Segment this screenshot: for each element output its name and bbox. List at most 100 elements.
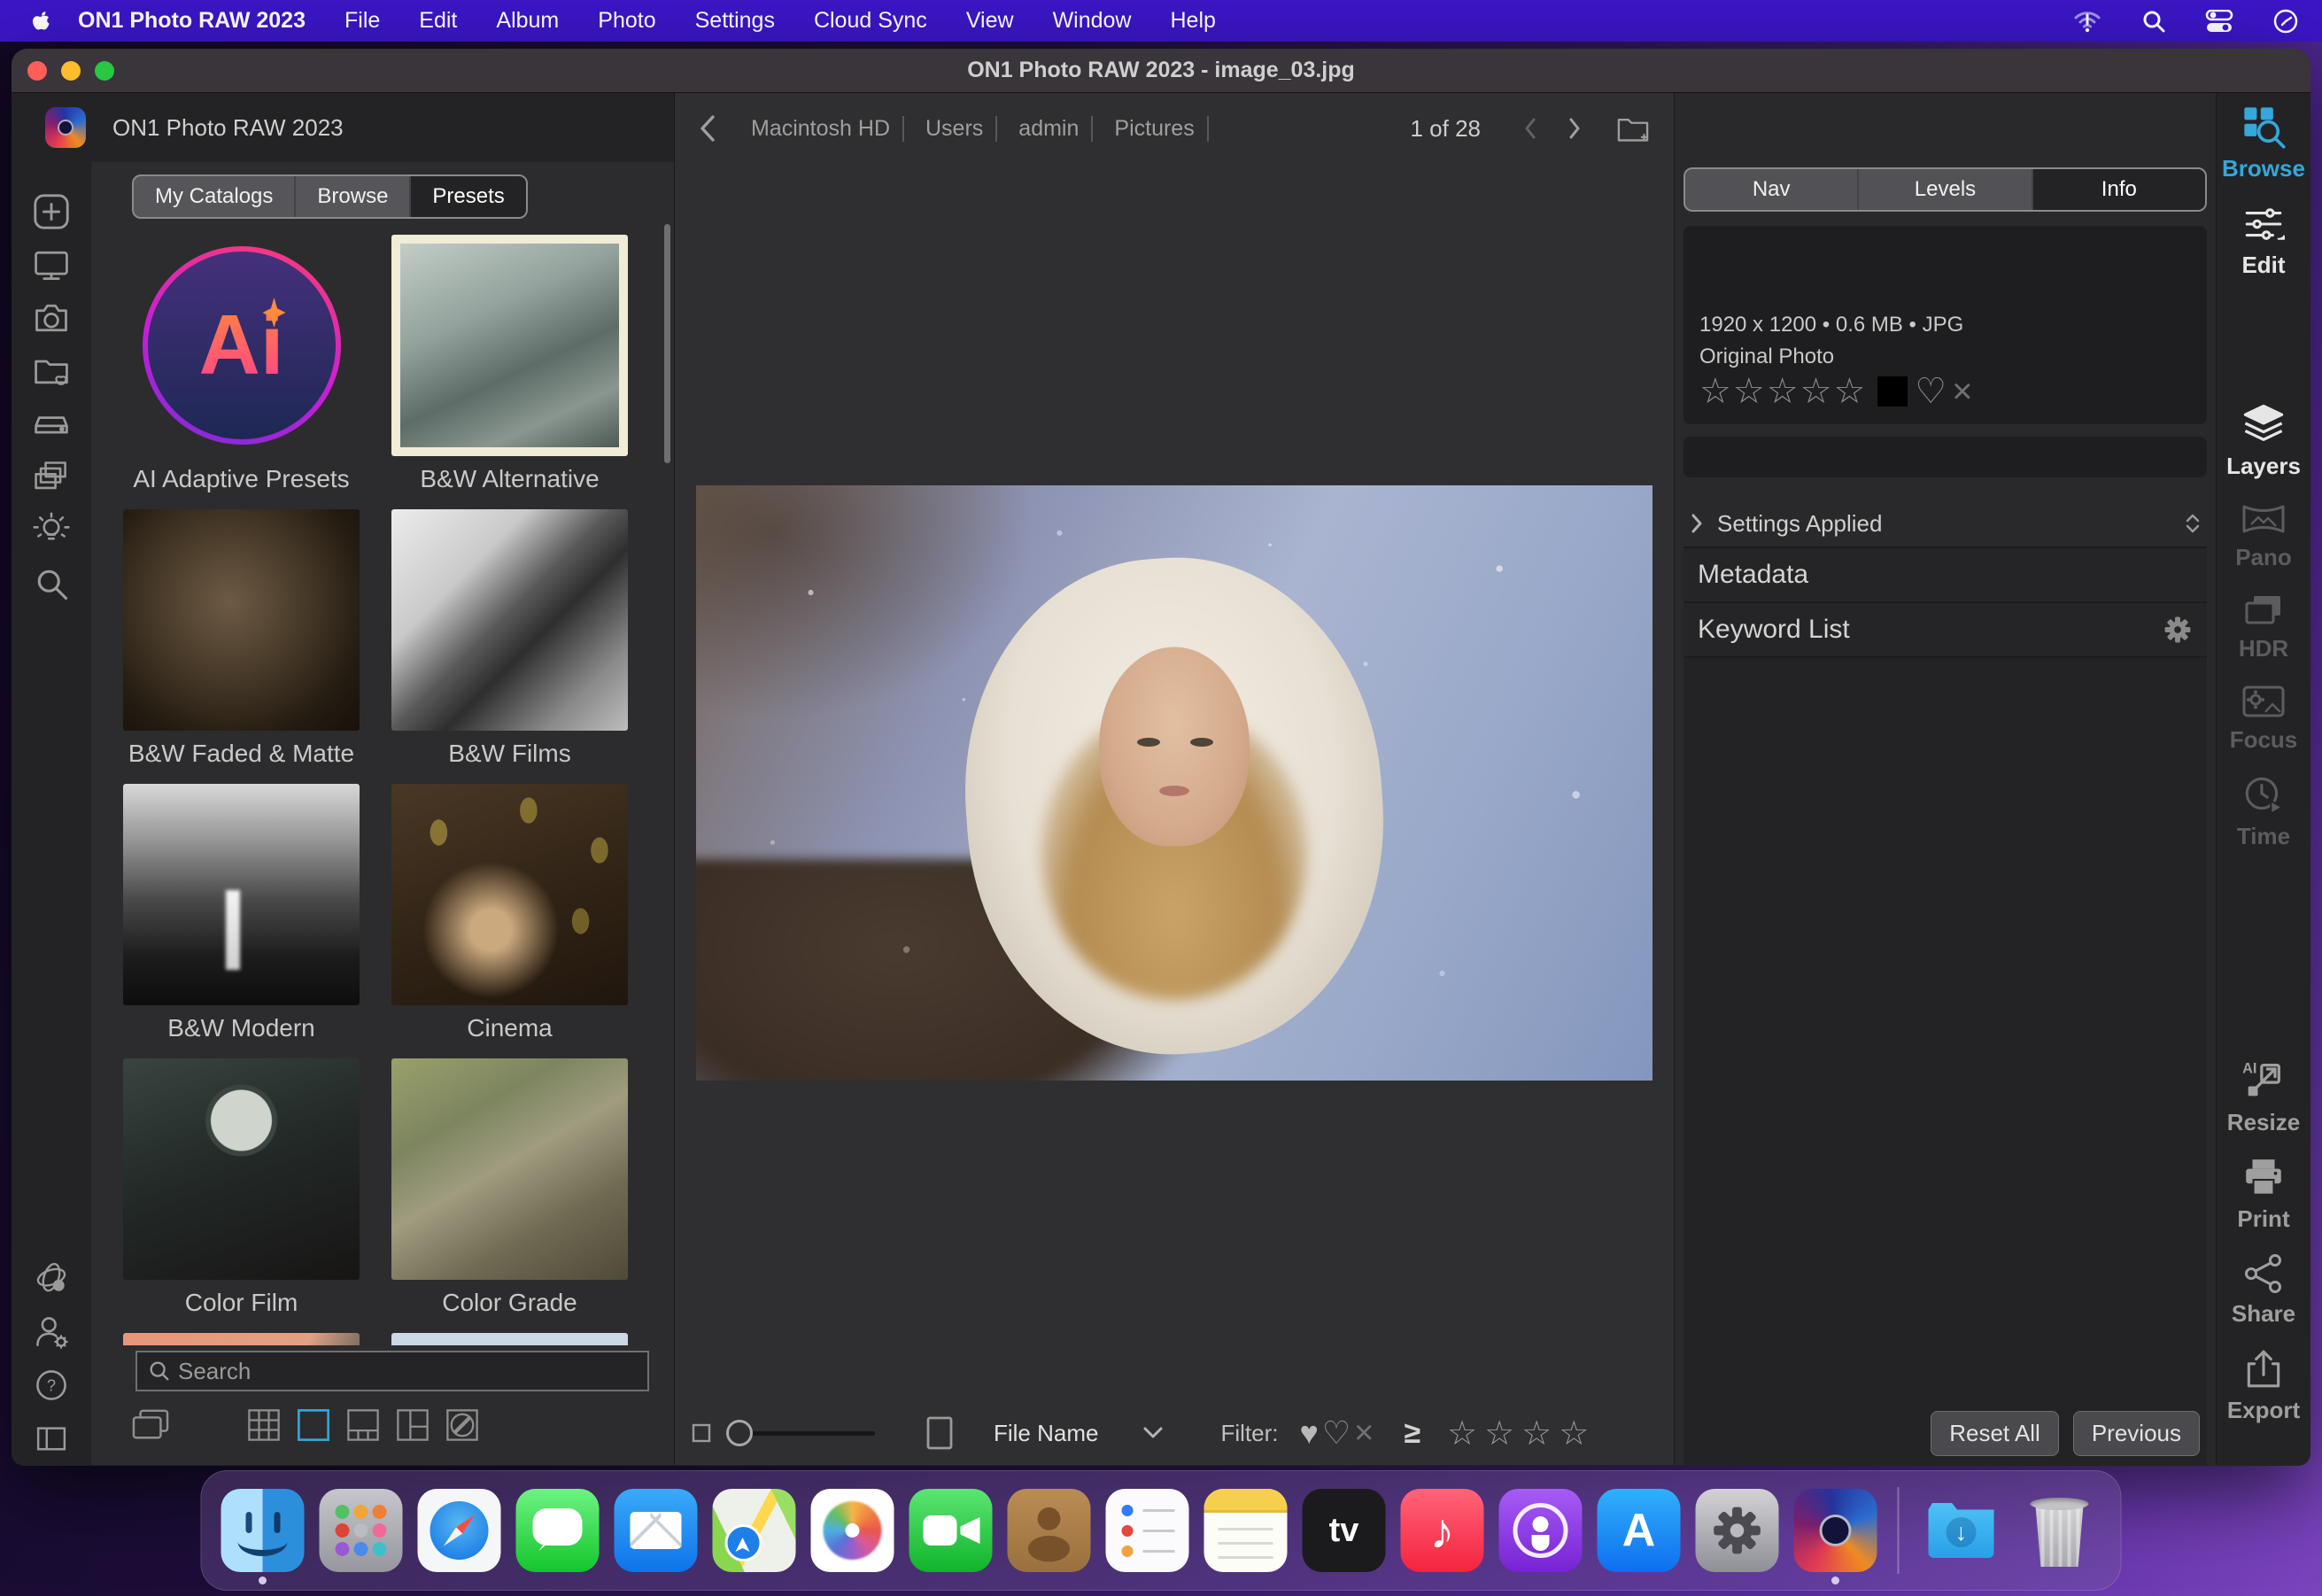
module-browse[interactable]: Browse (2222, 104, 2305, 182)
favorite-folders-icon[interactable] (12, 345, 91, 398)
dock-podcasts-icon[interactable] (1499, 1489, 1583, 1572)
dock-photos-icon[interactable] (811, 1489, 894, 1572)
menu-cloud-sync[interactable]: Cloud Sync (814, 8, 927, 34)
add-source-button[interactable] (12, 185, 91, 238)
menu-help[interactable]: Help (1170, 8, 1215, 34)
preset-tile-cinema[interactable]: Cinema (391, 784, 628, 1058)
dock-on1-photo-raw-icon[interactable] (1794, 1489, 1877, 1572)
preset-tile-partial-right[interactable] (391, 1333, 628, 1345)
spotlight-search-icon[interactable] (2141, 9, 2166, 34)
dock-safari-icon[interactable] (418, 1489, 501, 1572)
module-pano[interactable]: Pano (2235, 500, 2292, 571)
expand-collapse-icons[interactable] (2186, 514, 2200, 533)
smart-albums-icon[interactable] (12, 504, 91, 557)
compare-view-icon[interactable] (394, 1406, 431, 1444)
filmstrip-view-icon[interactable] (344, 1406, 382, 1444)
filter-disliked-icon[interactable]: × (1354, 1414, 1374, 1453)
menu-edit[interactable]: Edit (419, 8, 457, 34)
preset-tile-ai-adaptive[interactable]: Ai AI Adaptive Presets (123, 235, 360, 509)
search-source-icon[interactable] (12, 557, 91, 610)
help-icon[interactable]: ? (12, 1359, 91, 1412)
sort-by-dropdown[interactable]: File Name (994, 1420, 1098, 1447)
cloud-sync-status-icon[interactable] (12, 1252, 91, 1305)
module-hdr[interactable]: HDR (2239, 591, 2288, 662)
tab-my-catalogs[interactable]: My Catalogs (134, 176, 296, 217)
tab-browse[interactable]: Browse (296, 176, 411, 217)
tab-presets[interactable]: Presets (411, 176, 525, 217)
filter-star-rating[interactable]: ☆☆☆☆ (1447, 1414, 1596, 1453)
control-center-icon[interactable] (2205, 10, 2233, 33)
reject-icon[interactable]: × (1952, 372, 1972, 412)
title-bar[interactable]: ON1 Photo RAW 2023 - image_03.jpg (12, 49, 2310, 93)
search-input[interactable] (178, 1358, 637, 1385)
back-icon[interactable] (698, 113, 717, 143)
module-focus[interactable]: Focus (2230, 682, 2298, 754)
filter-gte-icon[interactable]: ≥ (1404, 1416, 1420, 1451)
dock-launchpad-icon[interactable] (320, 1489, 403, 1572)
tab-nav[interactable]: Nav (1685, 169, 1859, 210)
selected-photo[interactable] (696, 485, 1652, 1081)
color-label-swatch[interactable] (1877, 376, 1908, 407)
grid-view-icon[interactable] (245, 1406, 283, 1444)
this-computer-icon[interactable] (12, 238, 91, 291)
module-share[interactable]: Share (2232, 1252, 2295, 1328)
previous-button[interactable]: Previous (2073, 1411, 2200, 1456)
menu-window[interactable]: Window (1053, 8, 1132, 34)
preset-tile-partial-left[interactable] (123, 1333, 360, 1345)
dock-notes-icon[interactable] (1204, 1489, 1288, 1572)
thumbnail-size-slider[interactable] (726, 1420, 875, 1446)
module-resize[interactable]: AI Resize (2227, 1058, 2300, 1136)
reset-all-button[interactable]: Reset All (1931, 1411, 2059, 1456)
dock-contacts-icon[interactable] (1008, 1489, 1091, 1572)
filter-liked-icon[interactable]: ♥ (1299, 1414, 1318, 1452)
camera-import-icon[interactable] (12, 291, 91, 345)
local-drives-icon[interactable] (12, 398, 91, 451)
tab-info[interactable]: Info (2033, 169, 2205, 210)
menubar-app-name[interactable]: ON1 Photo RAW 2023 (78, 8, 306, 34)
breadcrumb-pictures[interactable]: Pictures (1102, 116, 1208, 142)
breadcrumb-admin[interactable]: admin (1006, 116, 1093, 142)
keyword-settings-gear-icon[interactable] (2163, 615, 2193, 645)
preset-tile-bw-alternative[interactable]: B&W Alternative (391, 235, 628, 509)
metadata-section-header[interactable]: Metadata (1683, 546, 2207, 601)
keyword-list-section-header[interactable]: Keyword List (1683, 601, 2207, 656)
dock-facetime-icon[interactable] (909, 1489, 993, 1572)
menu-settings[interactable]: Settings (695, 8, 775, 34)
albums-icon[interactable] (12, 451, 91, 504)
breadcrumb-volume[interactable]: Macintosh HD (739, 116, 904, 142)
star-rating[interactable]: ☆☆☆☆☆ (1699, 371, 1867, 412)
preset-search-box[interactable] (135, 1351, 649, 1391)
slider-knob[interactable] (726, 1420, 753, 1446)
account-settings-icon[interactable] (12, 1305, 91, 1359)
preset-tile-bw-faded-matte[interactable]: B&W Faded & Matte (123, 509, 360, 784)
dock-downloads-folder-icon[interactable] (1920, 1489, 2003, 1572)
dock-reminders-icon[interactable] (1106, 1489, 1189, 1572)
dock-appletv-icon[interactable] (1303, 1489, 1386, 1572)
module-time[interactable]: Time (2237, 773, 2290, 850)
survey-view-icon[interactable] (444, 1406, 481, 1444)
menu-file[interactable]: File (344, 8, 380, 34)
preset-scrollbar[interactable] (664, 224, 670, 463)
tab-levels[interactable]: Levels (1859, 169, 2032, 210)
chevron-down-icon[interactable] (1142, 1426, 1164, 1440)
module-export[interactable]: Export (2227, 1347, 2300, 1424)
menu-view[interactable]: View (966, 8, 1014, 34)
new-folder-icon[interactable] (1615, 113, 1651, 143)
wifi-alert-icon[interactable] (2072, 8, 2102, 35)
preset-tile-bw-modern[interactable]: B&W Modern (123, 784, 360, 1058)
detail-view-icon[interactable] (295, 1406, 332, 1444)
module-edit[interactable]: Edit (2241, 202, 2286, 279)
like-icon[interactable]: ♡ (1915, 371, 1947, 412)
menu-photo[interactable]: Photo (598, 8, 655, 34)
apple-menu-icon[interactable] (23, 8, 58, 35)
dock-mail-icon[interactable] (615, 1489, 698, 1572)
dock-trash-icon[interactable] (2018, 1489, 2101, 1572)
preset-tile-color-film[interactable]: Color Film (123, 1058, 360, 1333)
module-print[interactable]: Print (2237, 1156, 2289, 1233)
module-layers[interactable]: Layers (2226, 401, 2301, 480)
preset-tile-bw-films[interactable]: B&W Films (391, 509, 628, 784)
toggle-sidebar-icon[interactable] (12, 1412, 91, 1465)
menu-album[interactable]: Album (496, 8, 559, 34)
breadcrumb-users[interactable]: Users (913, 116, 997, 142)
clock-icon[interactable] (2272, 8, 2299, 35)
